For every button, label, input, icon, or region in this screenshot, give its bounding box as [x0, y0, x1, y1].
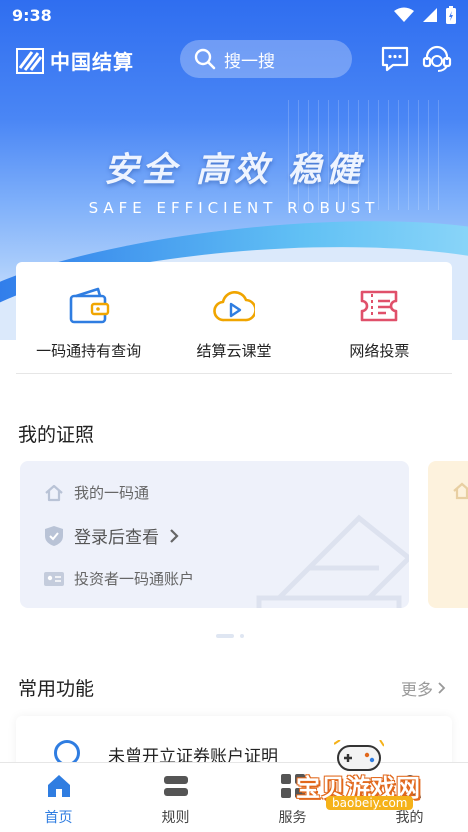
- search-bar[interactable]: 搜一搜: [180, 40, 352, 78]
- tab-home[interactable]: 首页: [0, 763, 117, 832]
- slogan-chinese: 安全 高效 稳健: [104, 150, 364, 190]
- cert-login-action: 登录后查看: [74, 528, 159, 548]
- quick-actions: 一码通持有查询 结算云课堂 网络投票: [16, 262, 452, 374]
- carousel-indicator: [216, 634, 244, 638]
- quick-action-holding-query[interactable]: 一码通持有查询: [16, 262, 161, 373]
- quick-action-label: 一码通持有查询: [36, 342, 142, 360]
- app-logo: 中国结算: [16, 46, 134, 75]
- cert-name-row: 我的一码通: [44, 482, 149, 503]
- certificate-card[interactable]: 我的一码通 登录后查看 投资者一码通账户: [20, 461, 409, 608]
- tab-label: 首页: [44, 810, 73, 826]
- customer-service-icon[interactable]: [422, 44, 452, 74]
- search-icon: [194, 48, 216, 70]
- wifi-icon: [394, 7, 414, 22]
- carousel-dot: [240, 634, 244, 638]
- chevron-right-icon: [438, 682, 446, 694]
- quick-action-cloud-class[interactable]: 结算云课堂: [161, 262, 306, 373]
- message-icon[interactable]: [380, 44, 410, 74]
- next-certificate-card[interactable]: [428, 461, 468, 608]
- banner-slogan: 安全 高效 稳健 SAFE EFFICIENT ROBUST: [0, 142, 468, 217]
- more-link[interactable]: 更多: [401, 676, 446, 700]
- cert-account: 投资者一码通账户: [74, 570, 195, 588]
- search-placeholder: 搜一搜: [224, 51, 275, 72]
- quick-action-label: 结算云课堂: [196, 342, 272, 360]
- status-time: 9:38: [12, 6, 52, 25]
- home-icon: [453, 482, 468, 500]
- cloud-play-icon: [213, 290, 255, 322]
- slogan-english: SAFE EFFICIENT ROBUST: [88, 199, 380, 217]
- functions-title: 常用功能: [18, 678, 95, 700]
- quick-action-online-vote[interactable]: 网络投票: [307, 262, 452, 373]
- cert-name: 我的一码通: [74, 484, 150, 502]
- logo-mark-icon: [16, 47, 44, 74]
- card-background-graphic: [256, 514, 409, 608]
- home-icon: [47, 775, 70, 797]
- signal-icon: [423, 8, 437, 22]
- ticket-icon: [361, 290, 398, 322]
- certificates-title: 我的证照: [18, 424, 95, 446]
- shield-icon: [45, 525, 63, 546]
- watermark: 宝贝游戏网 baobeiy.com: [296, 740, 436, 812]
- tab-label: 规则: [161, 810, 190, 826]
- logo-text: 中国结算: [50, 50, 134, 74]
- chevron-right-icon: [170, 528, 179, 543]
- status-bar: 9:38: [0, 0, 468, 32]
- id-card-icon: [44, 571, 64, 586]
- cert-account-row: 投资者一码通账户: [44, 568, 194, 589]
- stack-icon: [163, 776, 188, 796]
- cert-login-row[interactable]: 登录后查看: [44, 523, 179, 548]
- watermark-url: baobeiy.com: [326, 796, 414, 810]
- top-bar: 中国结算 搜一搜: [0, 38, 468, 82]
- carousel-dot-active: [216, 634, 234, 638]
- quick-action-label: 网络投票: [349, 342, 410, 360]
- tab-rules[interactable]: 规则: [117, 763, 234, 832]
- more-label: 更多: [400, 680, 433, 699]
- home-icon: [45, 484, 63, 501]
- wallet-icon: [69, 287, 109, 324]
- battery-icon: [446, 6, 456, 24]
